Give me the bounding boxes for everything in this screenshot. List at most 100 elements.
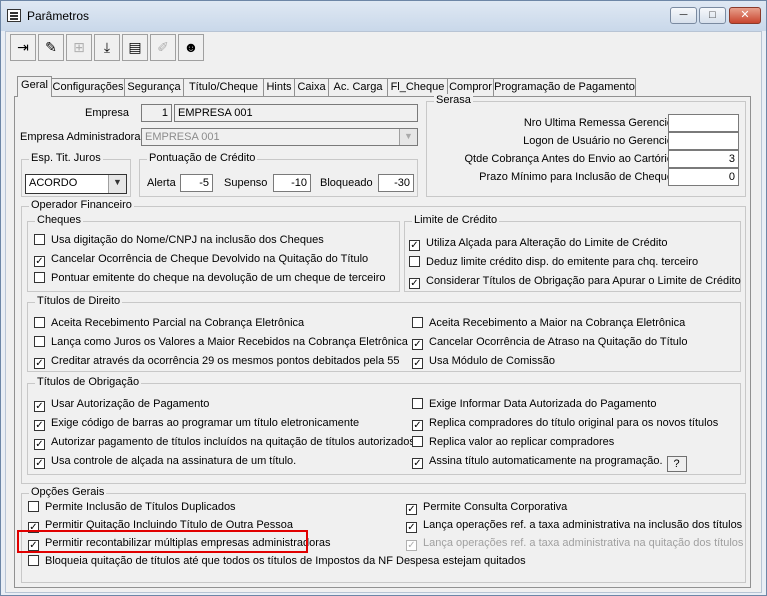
cheques-option[interactable]: Usa digitação do Nome/CNPJ na inclusão d… bbox=[34, 234, 324, 248]
title-bar[interactable]: Parâmetros ─ □ ✕ bbox=[1, 1, 766, 31]
pontuacao-group: Pontuação de Crédito Alerta -5 Supenso -… bbox=[139, 152, 418, 197]
toolbar-button-edit[interactable]: ✎ bbox=[38, 34, 64, 61]
toolbar-button-pen-disabled[interactable]: ✐ bbox=[150, 34, 176, 61]
person-icon: ☻ bbox=[183, 39, 199, 55]
close-button[interactable]: ✕ bbox=[729, 7, 761, 24]
toolbar-button-tree[interactable]: ⊞ bbox=[66, 34, 92, 61]
empresa-code-field[interactable]: 1 bbox=[141, 104, 172, 122]
checkbox-icon[interactable] bbox=[28, 555, 39, 566]
titulos-obrigacao-group: Títulos de Obrigação ✓ Usar Autorização d… bbox=[27, 376, 741, 475]
checkbox-icon[interactable]: ✓ bbox=[406, 540, 417, 551]
checkbox-icon[interactable]: ✓ bbox=[34, 420, 45, 431]
titulos-obrigacao-option[interactable]: ✓ Usar Autorização de Pagamento bbox=[34, 398, 209, 412]
checkbox-icon[interactable]: ✓ bbox=[412, 339, 423, 350]
checkbox-icon[interactable]: ✓ bbox=[412, 358, 423, 369]
checkbox-icon[interactable] bbox=[412, 317, 423, 328]
checkbox-icon[interactable]: ✓ bbox=[34, 358, 45, 369]
serasa-row-field[interactable] bbox=[668, 114, 739, 132]
checkbox-icon[interactable]: ✓ bbox=[406, 504, 417, 515]
titulos-obrigacao-option[interactable]: ✓ Usa controle de alçada na assinatura de… bbox=[34, 455, 296, 469]
checkbox-icon[interactable] bbox=[34, 336, 45, 347]
opcoes-gerais-option[interactable]: ✓ Lança operações ref. a taxa administrat… bbox=[406, 519, 742, 533]
titulos-obrigacao-option[interactable]: Exige Informar Data Autorizada do Pagame… bbox=[412, 398, 656, 412]
checkbox-icon[interactable] bbox=[28, 501, 39, 512]
tab-t-tulo-cheque[interactable]: Título/Cheque bbox=[183, 78, 264, 96]
titulos-direito-option[interactable]: Aceita Recebimento a Maior na Cobrança E… bbox=[412, 317, 685, 331]
checkbox-icon[interactable]: ✓ bbox=[34, 439, 45, 450]
limite-option-label: Utiliza Alçada para Alteração do Limite … bbox=[426, 237, 668, 249]
limite-option[interactable]: ✓ Considerar Títulos de Obrigação para Ap… bbox=[409, 275, 741, 289]
titulos-obrigacao-option[interactable]: ✓ Replica compradores do título original … bbox=[412, 417, 718, 431]
serasa-row-field[interactable]: 3 bbox=[668, 150, 739, 168]
checkbox-icon[interactable]: ✓ bbox=[412, 420, 423, 431]
checkbox-icon[interactable] bbox=[34, 272, 45, 283]
limite-option[interactable]: ✓ Utiliza Alçada para Alteração do Limite… bbox=[409, 237, 668, 251]
cheques-option[interactable]: ✓ Cancelar Ocorrência de Cheque Devolvido… bbox=[34, 253, 368, 267]
toolbar-button-exit[interactable]: ⇥ bbox=[10, 34, 36, 61]
titulos-obrigacao-option-label: Assina título automaticamente na program… bbox=[429, 455, 663, 467]
tree-icon: ⊞ bbox=[73, 39, 85, 55]
titulos-obrigacao-option[interactable]: ✓ Autorizar pagamento de títulos incluído… bbox=[34, 436, 415, 450]
minimize-button[interactable]: ─ bbox=[670, 7, 697, 24]
titulos-obrigacao-option-label: Usar Autorização de Pagamento bbox=[51, 398, 210, 410]
operador-financeiro-title: Operador Financeiro bbox=[29, 199, 134, 211]
exit-icon: ⇥ bbox=[17, 39, 29, 55]
tab-programa-o-de-pagamento[interactable]: Programação de Pagamento bbox=[493, 78, 636, 96]
titulos-direito-option[interactable]: ✓ Creditar através da ocorrência 29 os me… bbox=[34, 355, 400, 369]
checkbox-icon[interactable] bbox=[34, 317, 45, 328]
serasa-row-field[interactable]: 0 bbox=[668, 168, 739, 186]
serasa-row-field[interactable] bbox=[668, 132, 739, 150]
empresa-name-field[interactable]: EMPRESA 001 bbox=[174, 104, 418, 122]
checkbox-icon[interactable] bbox=[34, 234, 45, 245]
checkbox-icon[interactable]: ✓ bbox=[34, 458, 45, 469]
checkbox-icon[interactable]: ✓ bbox=[409, 278, 420, 289]
chevron-down-icon[interactable]: ▼ bbox=[108, 175, 126, 193]
titulos-obrigacao-option[interactable]: ✓ Assina título automaticamente na progra… bbox=[412, 455, 687, 472]
tab-seguran-a[interactable]: Segurança bbox=[124, 78, 184, 96]
titulos-direito-option[interactable]: ✓ Cancelar Ocorrência de Atraso na Quitaç… bbox=[412, 336, 687, 350]
tab-geral[interactable]: Geral bbox=[17, 76, 52, 97]
empresa-adm-select[interactable]: EMPRESA 001 ▼ bbox=[141, 128, 418, 146]
titulos-direito-option[interactable]: ✓ Usa Módulo de Comissão bbox=[412, 355, 555, 369]
window-title: Parâmetros bbox=[27, 9, 90, 23]
limite-option[interactable]: Deduz limite crédito disp. do emitente p… bbox=[409, 256, 698, 270]
limite-option-label: Deduz limite crédito disp. do emitente p… bbox=[426, 256, 699, 268]
titulos-obrigacao-option-label: Replica valor ao replicar compradores bbox=[429, 436, 615, 448]
cheques-option-label: Pontuar emitente do cheque na devolução … bbox=[51, 272, 386, 284]
opcoes-gerais-option[interactable]: Permite Inclusão de Títulos Duplicados bbox=[28, 501, 236, 515]
tab-ac-carga[interactable]: Ac. Carga bbox=[328, 78, 388, 96]
checkbox-icon[interactable] bbox=[409, 256, 420, 267]
checkbox-icon[interactable] bbox=[412, 436, 423, 447]
titulos-obrigacao-option[interactable]: Replica valor ao replicar compradores bbox=[412, 436, 614, 450]
alerta-field[interactable]: -5 bbox=[180, 174, 213, 192]
titulos-direito-option[interactable]: Lança como Juros os Valores a Maior Rece… bbox=[34, 336, 408, 350]
tab-hints[interactable]: Hints bbox=[263, 78, 295, 96]
checkbox-icon[interactable]: ✓ bbox=[412, 458, 423, 469]
checkbox-icon[interactable]: ✓ bbox=[406, 522, 417, 533]
tab-configura-es[interactable]: Configurações bbox=[51, 78, 125, 96]
chevron-down-icon[interactable]: ▼ bbox=[399, 129, 417, 145]
toolbar-button-download[interactable]: ⤓ bbox=[94, 34, 120, 61]
opcoes-gerais-option[interactable]: Bloqueia quitação de títulos até que tod… bbox=[28, 555, 526, 569]
cheques-option-label: Cancelar Ocorrência de Cheque Devolvido … bbox=[51, 253, 369, 265]
bloqueado-field[interactable]: -30 bbox=[378, 174, 414, 192]
checkbox-icon[interactable] bbox=[412, 398, 423, 409]
opcoes-gerais-option[interactable]: ✓ Lança operações ref. a taxa administrat… bbox=[406, 537, 743, 551]
toolbar-button-person[interactable]: ☻ bbox=[178, 34, 204, 61]
titulos-obrigacao-option[interactable]: ✓ Exige código de barras ao programar um … bbox=[34, 417, 359, 431]
titulos-direito-option-label: Aceita Recebimento Parcial na Cobrança E… bbox=[51, 317, 305, 329]
checkbox-icon[interactable]: ✓ bbox=[34, 401, 45, 412]
toolbar-button-save[interactable]: ▤ bbox=[122, 34, 148, 61]
help-button[interactable]: ? bbox=[666, 456, 687, 472]
cheques-option[interactable]: Pontuar emitente do cheque na devolução … bbox=[34, 272, 386, 286]
titulos-obrigacao-option-label: Exige Informar Data Autorizada do Pagame… bbox=[429, 398, 657, 410]
serasa-row-label: Qtde Cobrança Antes do Envio ao Cartório bbox=[464, 153, 673, 165]
esp-tit-juros-select[interactable]: ACORDO ▼ bbox=[25, 174, 127, 194]
opcoes-gerais-option[interactable]: ✓ Permite Consulta Corporativa bbox=[406, 501, 567, 515]
maximize-button[interactable]: □ bbox=[699, 7, 726, 24]
suspenso-field[interactable]: -10 bbox=[273, 174, 311, 192]
checkbox-icon[interactable]: ✓ bbox=[409, 240, 420, 251]
tab-caixa[interactable]: Caixa bbox=[294, 78, 329, 96]
titulos-direito-option[interactable]: Aceita Recebimento Parcial na Cobrança E… bbox=[34, 317, 304, 331]
checkbox-icon[interactable]: ✓ bbox=[34, 256, 45, 267]
